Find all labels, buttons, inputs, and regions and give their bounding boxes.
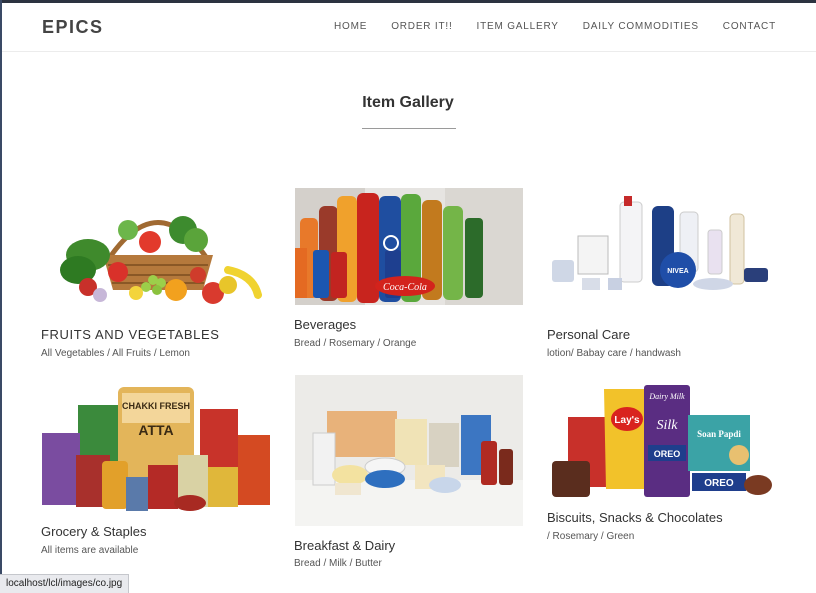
category-sub-beverages: Bread / Rosemary / Orange xyxy=(294,338,417,349)
category-name-fruits[interactable]: FRUITS AND VEGETABLES xyxy=(41,327,220,342)
category-sub-breakfast: Bread / Milk / Butter xyxy=(294,558,382,569)
navbar: EPICS HOME ORDER IT!! ITEM GALLERY DAILY… xyxy=(2,3,816,52)
nav-order-it[interactable]: ORDER IT!! xyxy=(391,21,452,32)
browser-status-bar: localhost/lcl/images/co.jpg xyxy=(0,574,130,593)
personal-care-image[interactable]: NIVEA xyxy=(548,192,774,317)
category-sub-biscuits: / Rosemary / Green xyxy=(547,531,635,542)
main-nav: HOME ORDER IT!! ITEM GALLERY DAILY COMMO… xyxy=(310,21,776,32)
nav-contact[interactable]: CONTACT xyxy=(723,21,776,32)
nav-item-gallery[interactable]: ITEM GALLERY xyxy=(477,21,559,32)
soan-papdi-label: Soan Papdi xyxy=(697,429,741,439)
lays-label: Lay's xyxy=(614,415,640,426)
window-left-border xyxy=(0,0,2,592)
category-name-grocery[interactable]: Grocery & Staples xyxy=(41,524,147,539)
category-name-breakfast[interactable]: Breakfast & Dairy xyxy=(294,538,395,553)
category-sub-personal-care: lotion/ Babay care / handwash xyxy=(547,348,681,359)
nav-home[interactable]: HOME xyxy=(334,21,367,32)
atta-label: ATTA xyxy=(138,422,173,438)
nivea-label: NIVEA xyxy=(667,268,688,275)
category-name-beverages[interactable]: Beverages xyxy=(294,317,356,332)
grocery-staples-image[interactable]: CHAKKI FRESH ATTA xyxy=(40,385,272,513)
silk-label: Silk xyxy=(657,418,679,433)
category-name-biscuits[interactable]: Biscuits, Snacks & Chocolates xyxy=(547,510,723,525)
dairy-milk-label: Dairy Milk xyxy=(648,392,685,401)
oreo-label: OREO xyxy=(704,478,734,489)
oreo-label-silk: OREO xyxy=(654,449,681,459)
brand-logo[interactable]: EPICS xyxy=(42,17,104,38)
atta-brand-label: CHAKKI FRESH xyxy=(122,401,190,411)
biscuits-snacks-image[interactable]: Lay's Dairy Milk Silk OREO Soan Papdi OR… xyxy=(548,385,774,500)
title-underline xyxy=(362,128,456,129)
nav-daily-commodities[interactable]: DAILY COMMODITIES xyxy=(583,21,699,32)
section-title: Item Gallery xyxy=(362,94,454,111)
beverages-image[interactable]: Coca-Cola xyxy=(295,188,523,305)
breakfast-dairy-image[interactable] xyxy=(295,375,523,526)
coca-cola-can-label: Coca-Cola xyxy=(383,282,427,293)
category-sub-grocery: All items are available xyxy=(41,545,139,556)
fruits-vegetables-image[interactable] xyxy=(58,190,264,310)
category-name-personal-care[interactable]: Personal Care xyxy=(547,327,630,342)
category-sub-fruits: All Vegetables / All Fruits / Lemon xyxy=(41,348,190,359)
